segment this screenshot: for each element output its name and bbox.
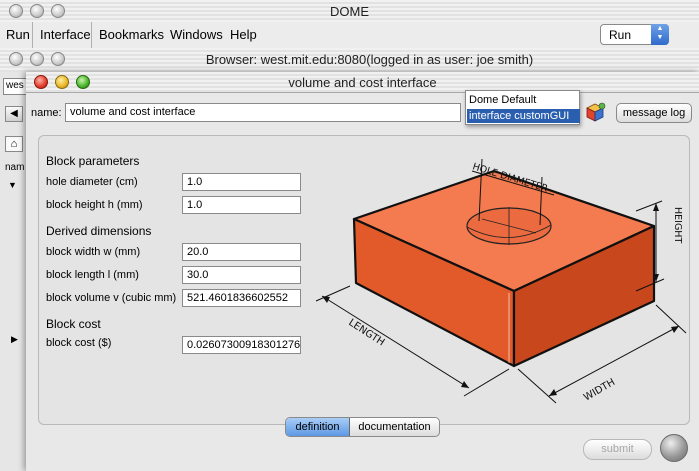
dome-window: DOME Run Interface Bookmarks Windows Hel…	[0, 0, 699, 49]
section-block-parameters: Block parameters	[46, 154, 140, 168]
submit-button[interactable]: submit	[583, 439, 652, 460]
name-field[interactable]: volume and cost interface	[65, 103, 461, 122]
width-drawing-label: WIDTH	[582, 377, 617, 404]
browser-window-title: Browser: west.mit.edu:8080(logged in as …	[205, 52, 534, 67]
menu-bookmarks[interactable]: Bookmarks	[99, 27, 164, 42]
run-mode-select[interactable]: Run ▲ ▼	[600, 24, 669, 45]
dome-cube-icon[interactable]	[583, 101, 607, 123]
browser-body-left: wes ◀ ⌂ nam ▼ ▶	[0, 72, 27, 471]
bottom-tab-bar: definition documentation	[285, 417, 440, 437]
interface-titlebar: volume and cost interface	[26, 72, 699, 93]
block-length-input[interactable]: 30.0	[182, 266, 301, 284]
menu-run[interactable]: Run	[6, 27, 30, 42]
dome-window-title: DOME	[330, 4, 369, 19]
message-log-button[interactable]: message log	[616, 103, 692, 123]
block-volume-label: block volume v (cubic mm)	[46, 292, 177, 304]
menu-windows[interactable]: Windows	[170, 27, 223, 42]
height-drawing-label: HEIGHT	[672, 207, 683, 243]
stepper-arrows-icon: ▲ ▼	[651, 24, 669, 45]
browser-address-field[interactable]: wes	[3, 78, 27, 95]
block-height-input[interactable]: 1.0	[182, 196, 301, 214]
block-cost-input[interactable]: 0.02607300918301276	[182, 336, 301, 354]
block-width-input[interactable]: 20.0	[182, 243, 301, 261]
block-width-label: block width w (mm)	[46, 246, 141, 258]
browser-window: Browser: west.mit.edu:8080(logged in as …	[0, 48, 699, 73]
run-mode-value: Run	[609, 28, 632, 42]
disclosure-down-icon[interactable]: ▼	[8, 180, 17, 190]
view-option-interface-customgui[interactable]: interface customGUI	[467, 109, 580, 123]
block-height-label: block height h (mm)	[46, 199, 143, 211]
name-label: name:	[31, 107, 62, 119]
hole-diameter-label: hole diameter (cm)	[46, 176, 138, 188]
tab-definition[interactable]: definition	[286, 418, 350, 436]
block-illustration: HOLE DIAMETER HEIGHT LENGTH WIDTH	[315, 158, 687, 404]
menu-help[interactable]: Help	[230, 27, 257, 42]
block-volume-input[interactable]: 521.4601836602552	[182, 289, 301, 307]
section-derived-dimensions: Derived dimensions	[46, 224, 152, 238]
browser-column-header: nam	[5, 162, 25, 173]
block-cost-label: block cost ($)	[46, 337, 112, 349]
disclosure-right-icon[interactable]: ▶	[11, 334, 18, 345]
menu-interface[interactable]: Interface	[40, 27, 91, 42]
interface-window: volume and cost interface name: volume a…	[26, 72, 699, 471]
menubar: Run Interface Bookmarks Windows Help Run…	[0, 22, 699, 49]
hole-diameter-input[interactable]: 1.0	[182, 173, 301, 191]
tab-documentation[interactable]: documentation	[350, 418, 439, 436]
block-length-label: block length l (mm)	[46, 269, 139, 281]
back-arrow-icon[interactable]: ◀	[5, 106, 23, 122]
section-block-cost: Block cost	[46, 317, 101, 331]
view-option-dome-default[interactable]: Dome Default	[467, 93, 580, 107]
dome-titlebar: DOME	[0, 0, 699, 23]
interface-window-title: volume and cost interface	[288, 75, 437, 90]
status-orb-icon	[660, 434, 688, 462]
content-panel: Block parameters hole diameter (cm) 1.0 …	[38, 135, 690, 425]
home-icon[interactable]: ⌂	[5, 136, 23, 152]
view-dropdown-menu: Dome Default interface customGUI	[465, 90, 580, 125]
